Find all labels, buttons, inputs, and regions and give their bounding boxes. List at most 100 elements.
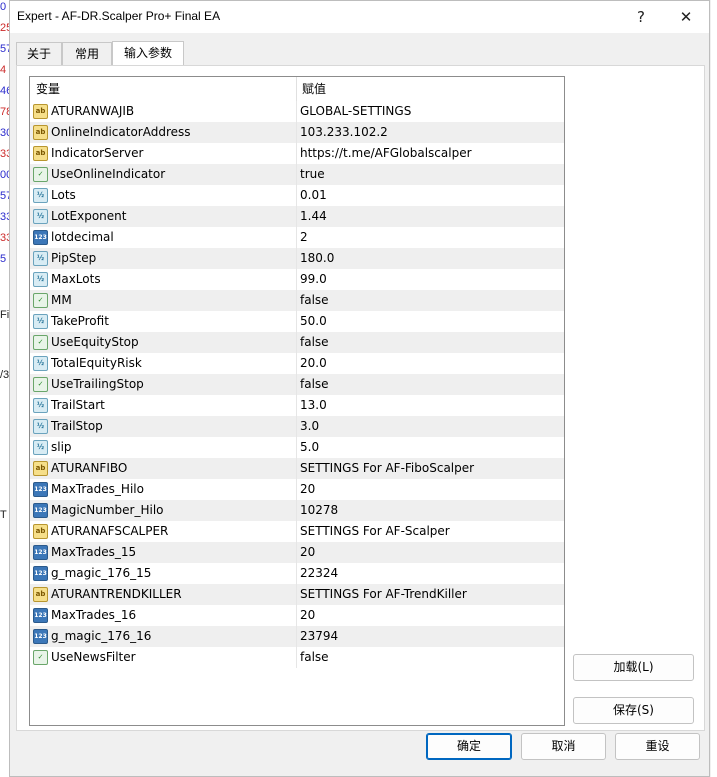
parameter-name: MaxTrades_Hilo	[51, 482, 144, 496]
table-row[interactable]: ab OnlineIndicatorAddress 103.233.102.2	[30, 122, 564, 143]
parameter-value[interactable]: 20.0	[300, 353, 327, 374]
parameter-value[interactable]: 3.0	[300, 416, 319, 437]
cell-separator	[296, 479, 297, 500]
table-row[interactable]: 123 MagicNumber_Hilo 10278	[30, 500, 564, 521]
background-price-number: 5	[0, 253, 7, 265]
table-row[interactable]: ✓ UseEquityStop false	[30, 332, 564, 353]
tab-inputs[interactable]: 输入参数	[112, 41, 184, 66]
cell-separator	[296, 227, 297, 248]
tab-common[interactable]: 常用	[62, 42, 112, 65]
cell-separator	[296, 374, 297, 395]
parameter-value[interactable]: false	[300, 290, 329, 311]
cell-separator	[296, 206, 297, 227]
table-row[interactable]: ½ MaxLots 99.0	[30, 269, 564, 290]
parameters-table[interactable]: 变量 赋值 ab ATURANWAJIB GLOBAL-SETTINGS ab Onli…	[29, 76, 565, 726]
background-price-number: 33	[0, 148, 9, 160]
parameter-value[interactable]: GLOBAL-SETTINGS	[300, 101, 411, 122]
parameter-name: UseOnlineIndicator	[51, 167, 166, 181]
table-row[interactable]: ab ATURANAFSCALPER SETTINGS For AF-Scalper	[30, 521, 564, 542]
string-type-icon: ab	[33, 104, 48, 119]
column-header-value[interactable]: 赋值	[296, 77, 564, 101]
int-type-icon: 123	[33, 629, 48, 644]
parameter-value[interactable]: true	[300, 164, 325, 185]
parameter-value[interactable]: 50.0	[300, 311, 327, 332]
table-row[interactable]: ab ATURANFIBO SETTINGS For AF-FiboScalper	[30, 458, 564, 479]
parameter-name: UseEquityStop	[51, 335, 139, 349]
title-bar[interactable]: Expert - AF-DR.Scalper Pro+ Final EA ? ✕	[10, 1, 709, 33]
parameter-name: MaxTrades_16	[51, 608, 137, 622]
table-row[interactable]: ab ATURANTRENDKILLER SETTINGS For AF-Trend…	[30, 584, 564, 605]
parameter-name: LotExponent	[51, 209, 127, 223]
table-row[interactable]: ½ TrailStart 13.0	[30, 395, 564, 416]
parameter-value[interactable]: 20	[300, 542, 315, 563]
close-button[interactable]: ✕	[666, 4, 706, 30]
table-row[interactable]: ✓ MM false	[30, 290, 564, 311]
cell-separator	[296, 269, 297, 290]
parameter-value[interactable]: SETTINGS For AF-TrendKiller	[300, 584, 467, 605]
int-type-icon: 123	[33, 608, 48, 623]
bool-type-icon: ✓	[33, 293, 48, 308]
load-button[interactable]: 加载(L)	[573, 654, 694, 681]
table-row[interactable]: ½ slip 5.0	[30, 437, 564, 458]
parameter-value[interactable]: 13.0	[300, 395, 327, 416]
column-header-variable[interactable]: 变量	[30, 77, 296, 101]
parameter-value[interactable]: 2	[300, 227, 308, 248]
cell-separator	[296, 311, 297, 332]
reset-button[interactable]: 重设	[615, 733, 700, 760]
parameter-value[interactable]: 0.01	[300, 185, 327, 206]
background-price-number: 30	[0, 127, 9, 139]
parameter-value[interactable]: https://t.me/AFGlobalscalper	[300, 143, 472, 164]
parameter-value[interactable]: SETTINGS For AF-Scalper	[300, 521, 450, 542]
int-type-icon: 123	[33, 566, 48, 581]
table-row[interactable]: 123 g_magic_176_16 23794	[30, 626, 564, 647]
help-button[interactable]: ?	[621, 4, 661, 30]
cancel-button[interactable]: 取消	[521, 733, 606, 760]
table-row[interactable]: ½ PipStep 180.0	[30, 248, 564, 269]
table-row[interactable]: ½ TrailStop 3.0	[30, 416, 564, 437]
table-row[interactable]: ½ Lots 0.01	[30, 185, 564, 206]
cell-separator	[296, 248, 297, 269]
tab-about[interactable]: 关于	[16, 42, 62, 65]
parameter-name: lotdecimal	[51, 230, 114, 244]
parameter-value[interactable]: 22324	[300, 563, 338, 584]
table-row[interactable]: ab IndicatorServer https://t.me/AFGlobalsc…	[30, 143, 564, 164]
table-row[interactable]: ✓ UseNewsFilter false	[30, 647, 564, 668]
parameter-name: g_magic_176_15	[51, 566, 152, 580]
table-row[interactable]: 123 MaxTrades_15 20	[30, 542, 564, 563]
background-price-number: Fi	[0, 309, 9, 321]
table-row[interactable]: 123 lotdecimal 2	[30, 227, 564, 248]
parameter-value[interactable]: 1.44	[300, 206, 327, 227]
parameter-value[interactable]: false	[300, 332, 329, 353]
save-button[interactable]: 保存(S)	[573, 697, 694, 724]
table-row[interactable]: ab ATURANWAJIB GLOBAL-SETTINGS	[30, 101, 564, 122]
table-row[interactable]: 123 g_magic_176_15 22324	[30, 563, 564, 584]
table-row[interactable]: ½ TakeProfit 50.0	[30, 311, 564, 332]
table-row[interactable]: ✓ UseOnlineIndicator true	[30, 164, 564, 185]
parameter-value[interactable]: 103.233.102.2	[300, 122, 388, 143]
table-row[interactable]: 123 MaxTrades_Hilo 20	[30, 479, 564, 500]
parameter-value[interactable]: 20	[300, 479, 315, 500]
parameter-value[interactable]: false	[300, 647, 329, 668]
parameter-value[interactable]: 20	[300, 605, 315, 626]
parameter-value[interactable]: false	[300, 374, 329, 395]
parameter-value[interactable]: 10278	[300, 500, 338, 521]
table-row[interactable]: ✓ UseTrailingStop false	[30, 374, 564, 395]
double-type-icon: ½	[33, 188, 48, 203]
parameter-value[interactable]: 99.0	[300, 269, 327, 290]
parameter-name: UseTrailingStop	[51, 377, 144, 391]
parameter-value[interactable]: 23794	[300, 626, 338, 647]
ok-button[interactable]: 确定	[426, 733, 512, 760]
table-row[interactable]: ½ TotalEquityRisk 20.0	[30, 353, 564, 374]
background-price-number: 33	[0, 232, 9, 244]
double-type-icon: ½	[33, 272, 48, 287]
parameter-name: MaxLots	[51, 272, 101, 286]
cell-separator	[296, 437, 297, 458]
parameter-value[interactable]: 180.0	[300, 248, 334, 269]
cell-separator	[296, 101, 297, 122]
table-row[interactable]: 123 MaxTrades_16 20	[30, 605, 564, 626]
parameter-name: PipStep	[51, 251, 97, 265]
table-row[interactable]: ½ LotExponent 1.44	[30, 206, 564, 227]
parameter-value[interactable]: 5.0	[300, 437, 319, 458]
parameter-value[interactable]: SETTINGS For AF-FiboScalper	[300, 458, 474, 479]
double-type-icon: ½	[33, 356, 48, 371]
